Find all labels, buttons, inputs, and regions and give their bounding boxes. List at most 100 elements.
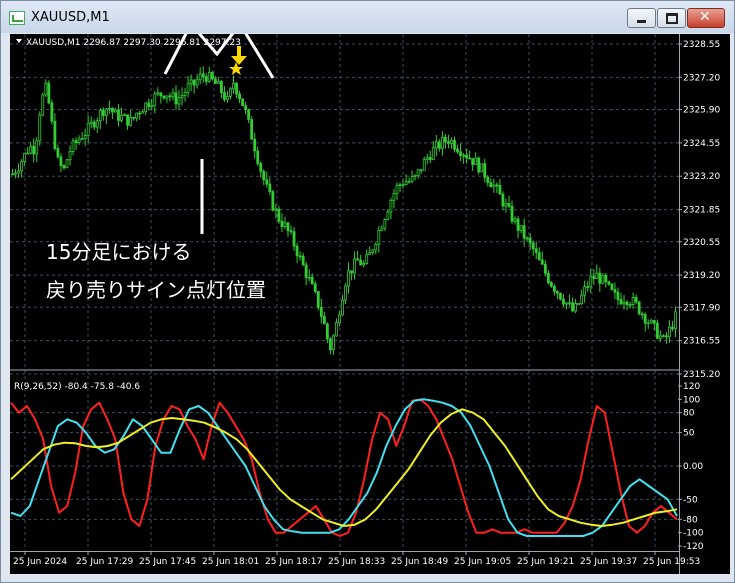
candle-body [265,179,269,185]
candle-body [120,115,123,121]
candle-body [365,254,369,264]
candle-body [477,157,481,173]
candle-body [646,322,650,325]
candle-body [613,289,617,293]
candle-body [286,222,290,232]
indicator-tick-label: -80 [683,515,698,525]
candle-body [507,203,511,207]
candle-body [62,165,66,169]
price-tick-label: 2325.90 [683,106,720,116]
candle-body [216,81,220,84]
candle-body [38,114,42,142]
price-tick-label: 2324.55 [683,139,720,149]
candle-body [483,163,487,178]
price-tick-label: 2321.85 [683,206,720,216]
candle-body [625,301,629,306]
candle-body [368,252,372,256]
candle-body [335,322,338,337]
candle-body [571,302,574,312]
candle-body [92,121,96,128]
candle-body [129,116,132,126]
candle-body [495,184,499,187]
candle-body [362,263,366,266]
candle-body [619,299,623,305]
time-tick-label: 25 Jun 18:49 [391,557,448,567]
candle-body [147,102,151,108]
candle-body [631,297,635,305]
candle-body [207,72,211,82]
candle-body [531,242,535,250]
candle-body [341,299,344,316]
candle-body [310,276,314,285]
minimize-icon [637,20,646,23]
candle-body [595,272,599,279]
indicator-tick-label: 120 [683,382,700,392]
candle-body [301,255,305,266]
candle-body [607,281,611,285]
candle-body [235,82,238,95]
time-tick-label: 25 Jun 19:05 [454,557,511,567]
candle-body [374,243,378,251]
candle-body [356,258,360,261]
candle-body [107,107,111,110]
time-tick-label: 25 Jun 17:29 [76,557,133,567]
candle-body [537,252,541,261]
time-tick-label: 25 Jun 2024 [13,557,67,567]
candle-body [319,306,323,317]
candle-body [350,270,353,274]
minimize-button[interactable] [627,8,656,28]
candle-body [244,105,248,110]
candle-body [186,83,190,93]
candle-body [126,114,129,126]
candle-body [377,230,381,245]
candle-body [486,176,490,183]
candle-body [434,141,438,149]
candle-body [59,156,63,166]
candle-body [471,158,475,165]
close-button[interactable]: ✕ [687,8,725,28]
title-bar[interactable]: XAUUSD,M1 ✕ [1,1,734,33]
candle-body [583,286,587,296]
candle-body [23,152,27,162]
candle-body [338,314,341,324]
candle-body [437,141,441,149]
candle-body [47,82,51,104]
candle-body [386,211,390,220]
candle-body [44,82,48,96]
candle-body [634,297,638,303]
candle-body [325,323,329,340]
candle-body [144,102,148,113]
candle-body [540,259,544,265]
candle-body [280,220,284,227]
chart-menu-triangle-icon[interactable] [16,39,22,43]
candle-body [392,193,396,201]
candle-body [328,338,332,351]
candle-body [241,98,244,107]
candle-body [177,97,181,105]
candle-body [74,140,78,143]
candle-body [389,199,393,213]
candle-body [637,301,641,315]
chart-svg[interactable]: 2328.55 2327.20 2325.90 2324.55 2323.20 2321.… [10,34,730,574]
candle-body [123,114,126,117]
candle-body [649,319,653,324]
candle-body [35,140,39,155]
candle-body [114,109,117,113]
candle-body [17,170,20,174]
candle-body [628,304,632,306]
candle-body [440,136,444,149]
candle-body [528,237,532,244]
candle-body [192,79,196,86]
candle-body [210,72,214,80]
candle-body [574,303,577,312]
candle-body [95,120,99,128]
candle-body [14,172,17,175]
candle-body [183,91,187,96]
maximize-button[interactable] [657,8,686,28]
candle-body [668,326,671,338]
candle-body [347,270,350,287]
candle-body [562,298,565,305]
chart-area[interactable]: 2328.55 2327.20 2325.90 2324.55 2323.20 2321.… [10,34,730,574]
candle-body [504,203,508,207]
candle-body [489,182,493,188]
